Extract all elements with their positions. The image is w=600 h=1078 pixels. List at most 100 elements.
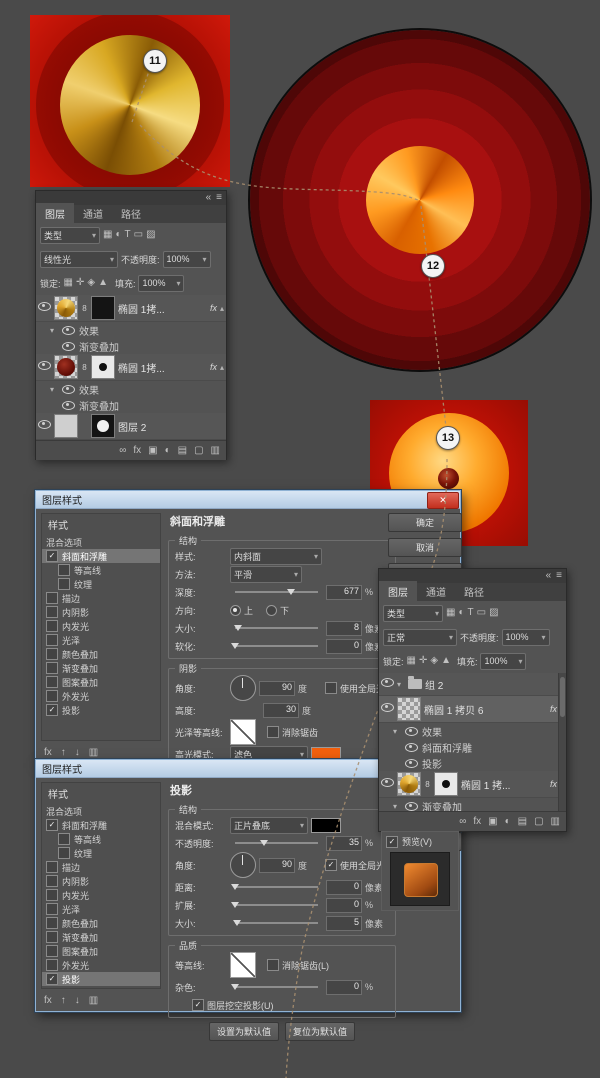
depth-value[interactable]: 677 [326, 585, 362, 600]
checkbox[interactable] [46, 945, 58, 957]
opacity-value[interactable]: 35 [326, 836, 362, 851]
contour-swatch[interactable] [230, 952, 256, 978]
size-value[interactable]: 8 [326, 621, 362, 636]
chevron-down-icon[interactable]: ▾ [393, 802, 401, 811]
style-item-gradient-overlay[interactable]: 渐变叠加 [42, 930, 160, 944]
checkbox[interactable] [46, 903, 58, 915]
opacity-dropdown[interactable]: 100% [502, 629, 550, 646]
angle-value[interactable]: 90 [259, 681, 295, 696]
layer-name[interactable]: 椭圆 1拷... [118, 360, 207, 375]
layer-thumbnail[interactable] [54, 414, 78, 438]
checkbox[interactable] [46, 606, 58, 618]
style-item-color-overlay[interactable]: 颜色叠加 [42, 916, 160, 930]
layer-mask-thumbnail[interactable] [434, 772, 458, 796]
collapse-effects-icon[interactable]: ▴ [220, 363, 224, 372]
fx-badge[interactable]: fx [550, 704, 557, 714]
effects-row[interactable]: ▾ 效果 [379, 723, 566, 739]
tab-channels[interactable]: 通道 [74, 203, 112, 223]
filter-type-icon[interactable]: T [468, 607, 474, 619]
size-slider[interactable] [235, 922, 318, 924]
preview-checkbox[interactable]: ✓ [386, 836, 398, 848]
layer-thumbnail[interactable] [54, 296, 78, 320]
checkbox[interactable] [46, 931, 58, 943]
tab-paths[interactable]: 路径 [112, 203, 150, 223]
lock-transparency-icon[interactable]: ▦ [407, 655, 416, 667]
filter-shape-icon[interactable]: ▭ [477, 607, 486, 619]
move-up-icon[interactable]: ↑ [61, 747, 66, 759]
delete-layer-icon[interactable]: ▥ [551, 816, 560, 828]
style-item-outer-glow[interactable]: 外发光 [42, 689, 160, 703]
layer-thumbnail[interactable] [397, 697, 421, 721]
style-item-texture[interactable]: 纹理 [42, 846, 160, 860]
filter-pixel-icon[interactable]: ▦ [446, 607, 455, 619]
effect-row[interactable]: 斜面和浮雕 [379, 739, 566, 755]
direction-down-radio[interactable] [266, 605, 277, 616]
layer-mask-thumbnail[interactable] [91, 296, 115, 320]
layer-style-fx-icon[interactable]: fx [133, 445, 141, 457]
adjustment-layer-icon[interactable]: ◐ [505, 816, 511, 828]
effects-row[interactable]: ▾ 效果 [36, 322, 226, 338]
visibility-eye-icon[interactable] [62, 401, 75, 410]
style-item-inner-glow[interactable]: 内发光 [42, 619, 160, 633]
tab-channels[interactable]: 通道 [417, 581, 455, 601]
bevel-style-dropdown[interactable]: 内斜面 [230, 548, 322, 565]
ok-button[interactable]: 确定 [388, 513, 462, 532]
chevron-down-icon[interactable]: ▾ [397, 680, 405, 689]
style-item-pattern-overlay[interactable]: 图案叠加 [42, 944, 160, 958]
effect-row[interactable]: 投影 [379, 755, 566, 771]
lock-position-icon[interactable]: ✛ [76, 277, 84, 289]
layer-name[interactable]: 椭圆 1拷... [118, 301, 207, 316]
delete-effect-icon[interactable]: ▥ [89, 747, 98, 759]
lock-all-icon[interactable]: ▲ [441, 655, 451, 667]
checkbox[interactable]: ✓ [46, 973, 58, 985]
style-item-color-overlay[interactable]: 颜色叠加 [42, 647, 160, 661]
link-layers-icon[interactable]: ∞ [459, 816, 466, 828]
direction-up-radio[interactable] [230, 605, 241, 616]
checkbox[interactable] [58, 578, 70, 590]
soften-slider[interactable] [235, 645, 318, 647]
style-item-contour[interactable]: 等高线 [42, 832, 160, 846]
style-item-blending-options[interactable]: 混合选项 [42, 804, 160, 818]
layer-style-fx-icon[interactable]: fx [473, 816, 481, 828]
group-row[interactable]: ▾ 组 2 [379, 673, 566, 696]
fx-icon[interactable]: fx [44, 747, 52, 759]
tab-layers[interactable]: 图层 [36, 203, 74, 223]
spread-slider[interactable] [235, 904, 318, 906]
collapse-effects-icon[interactable]: ▴ [220, 304, 224, 313]
add-mask-icon[interactable]: ▣ [488, 816, 497, 828]
distance-slider[interactable] [235, 886, 318, 888]
fx-icon[interactable]: fx [44, 995, 52, 1007]
visibility-eye-icon[interactable] [62, 342, 75, 351]
angle-value[interactable]: 90 [259, 858, 295, 873]
lock-all-icon[interactable]: ▲ [98, 277, 108, 289]
style-item-inner-glow[interactable]: 内发光 [42, 888, 160, 902]
lock-transparency-icon[interactable]: ▦ [64, 277, 73, 289]
visibility-eye-icon[interactable] [405, 743, 418, 752]
visibility-eye-icon[interactable] [405, 727, 418, 736]
layer-mask-thumbnail[interactable] [91, 355, 115, 379]
filter-pixel-icon[interactable]: ▦ [103, 229, 112, 241]
new-layer-icon[interactable]: ▢ [534, 816, 543, 828]
fill-dropdown[interactable]: 100% [138, 275, 184, 292]
checkbox[interactable] [46, 875, 58, 887]
checkbox[interactable] [46, 676, 58, 688]
technique-dropdown[interactable]: 平滑 [230, 566, 302, 583]
new-group-icon[interactable]: ▤ [518, 816, 527, 828]
filter-smartobject-icon[interactable]: ▨ [489, 607, 498, 619]
set-default-button[interactable]: 设置为默认值 [209, 1022, 279, 1041]
fx-badge[interactable]: fx [210, 303, 217, 313]
distance-value[interactable]: 0 [326, 880, 362, 895]
checkbox[interactable] [46, 690, 58, 702]
fx-badge[interactable]: fx [210, 362, 217, 372]
checkbox[interactable]: ✓ [46, 704, 58, 716]
effects-row[interactable]: ▾ 效果 [36, 381, 226, 397]
lock-pixels-icon[interactable]: ◈ [87, 277, 95, 289]
spread-value[interactable]: 0 [326, 898, 362, 913]
layer-row[interactable]: 8 椭圆 1 拷... fx ▴ [379, 771, 566, 798]
filter-smartobject-icon[interactable]: ▨ [146, 229, 155, 241]
style-item-drop-shadow[interactable]: ✓投影 [42, 703, 160, 717]
chevron-down-icon[interactable]: ▾ [50, 326, 58, 335]
layer-row[interactable]: 椭圆 1 拷贝 6 fx ▴ [379, 696, 566, 723]
checkbox[interactable] [46, 959, 58, 971]
panel-menu-icon[interactable]: ≡ [556, 570, 562, 582]
